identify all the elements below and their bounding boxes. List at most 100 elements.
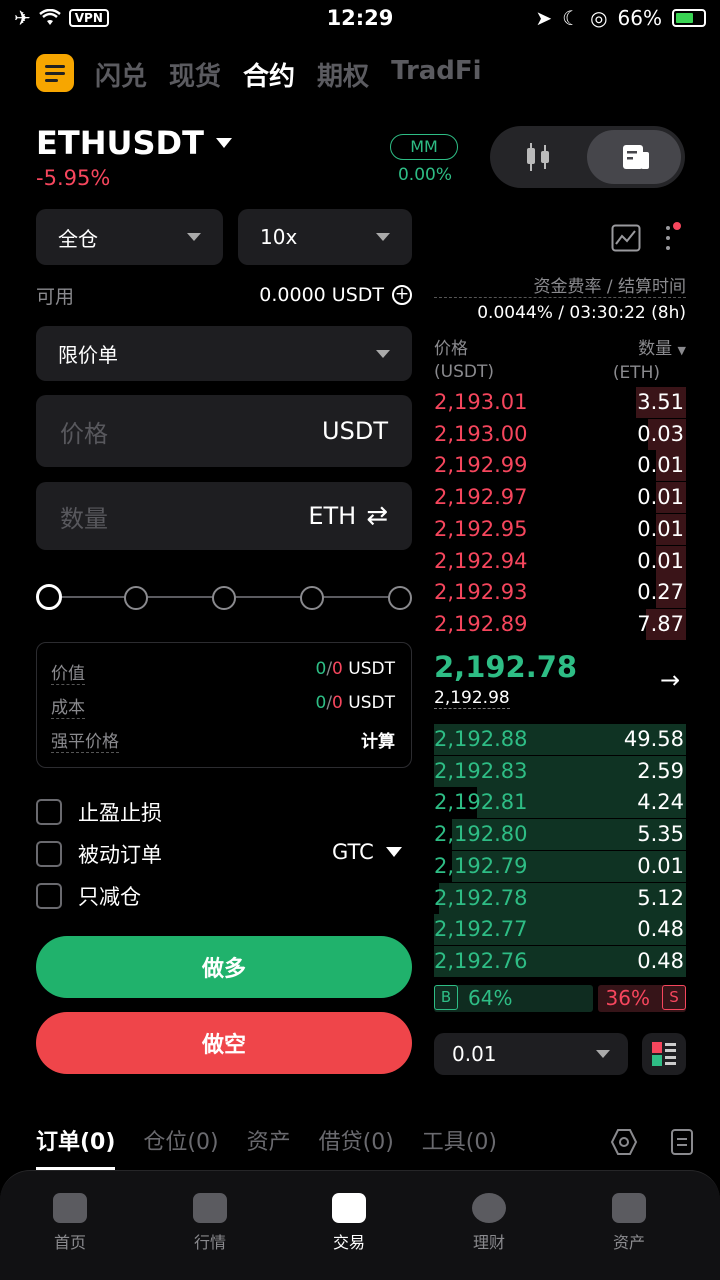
- funding-value: 0.0044% / 03:30:22 (8h): [477, 303, 686, 323]
- slider-stop-25[interactable]: [124, 586, 148, 610]
- tab-futures[interactable]: 合约: [243, 56, 295, 93]
- ask-qty: 0.27: [637, 580, 684, 605]
- buy-label: B: [434, 985, 458, 1010]
- ask-row[interactable]: 2,193.00 0.03: [434, 418, 686, 450]
- transfer-plus-icon[interactable]: +: [392, 285, 412, 305]
- ask-row[interactable]: 2,192.99 0.01: [434, 450, 686, 482]
- tab-positions[interactable]: 仓位(0): [143, 1124, 218, 1156]
- ask-row[interactable]: 2,192.93 0.27: [434, 577, 686, 609]
- tab-swap[interactable]: 闪兑: [95, 56, 147, 93]
- tpsl-checkbox[interactable]: 止盈止损: [36, 797, 162, 827]
- margin-mode-select[interactable]: 全仓: [36, 209, 223, 265]
- bid-row[interactable]: 2,192.78 5.12: [434, 882, 686, 914]
- position-tabs: 订单(0) 仓位(0) 资产 借贷(0) 工具(0): [36, 1124, 497, 1170]
- calculate-link[interactable]: 计算: [361, 727, 395, 753]
- price-placeholder: 价格: [60, 419, 108, 448]
- depth-mode-icon[interactable]: [642, 1033, 686, 1075]
- slider-stop-75[interactable]: [300, 586, 324, 610]
- caret-down-icon: [385, 847, 402, 857]
- tif-value: GTC: [332, 840, 374, 864]
- moon-icon: ☾: [562, 6, 581, 30]
- ask-row[interactable]: 2,192.95 0.01: [434, 513, 686, 545]
- wallet-icon: [612, 1193, 646, 1223]
- bid-row[interactable]: 2,192.81 4.24: [434, 787, 686, 819]
- ask-price: 2,192.93: [434, 580, 528, 605]
- reduce-only-checkbox[interactable]: 只减仓: [36, 881, 141, 911]
- battery-icon: [672, 9, 706, 27]
- ask-row[interactable]: 2,192.94 0.01: [434, 545, 686, 577]
- bid-price: 2,192.80: [434, 822, 528, 847]
- bid-qty: 0.01: [637, 853, 684, 878]
- ask-price: 2,192.97: [434, 485, 528, 510]
- bid-price: 2,192.83: [434, 758, 528, 783]
- location-icon: ➤: [535, 6, 553, 30]
- layout-toggle[interactable]: [490, 126, 685, 188]
- funding-label[interactable]: 资金费率 / 结算时间: [434, 272, 686, 298]
- bid-row[interactable]: 2,192.83 2.59: [434, 755, 686, 787]
- bid-row[interactable]: 2,192.80 5.35: [434, 819, 686, 851]
- caret-down-icon: [376, 233, 390, 241]
- reduce-only-label: 只减仓: [78, 885, 141, 909]
- ask-price: 2,192.99: [434, 453, 528, 478]
- sell-label: S: [662, 985, 686, 1010]
- ask-qty: 0.03: [637, 421, 684, 446]
- ask-row[interactable]: 2,193.01 3.51: [434, 387, 686, 418]
- leverage-select[interactable]: 10x: [238, 209, 412, 265]
- long-button[interactable]: 做多: [36, 936, 412, 998]
- slider-stop-100[interactable]: [388, 586, 412, 610]
- tab-assets[interactable]: 资产: [247, 1124, 291, 1156]
- tab-spot[interactable]: 现货: [169, 56, 221, 93]
- bid-row[interactable]: 2,192.77 0.48: [434, 914, 686, 946]
- quantity-slider[interactable]: [36, 584, 412, 610]
- bid-row[interactable]: 2,192.79 0.01: [434, 850, 686, 882]
- price-input[interactable]: 价格 USDT: [36, 395, 412, 467]
- tab-options[interactable]: 期权: [317, 56, 369, 93]
- quantity-unit: ETH: [308, 502, 357, 530]
- ask-row[interactable]: 2,192.89 7.87: [434, 608, 686, 640]
- precision-select[interactable]: 0.01: [434, 1033, 628, 1075]
- post-only-checkbox[interactable]: 被动订单: [36, 839, 162, 869]
- candlestick-icon[interactable]: [524, 142, 552, 172]
- slider-stop-50[interactable]: [212, 586, 236, 610]
- symbol-selector[interactable]: ETHUSDT: [36, 124, 232, 162]
- nav-trade[interactable]: 交易: [309, 1193, 389, 1253]
- battery-percent: 66%: [617, 6, 662, 30]
- swap-unit-icon[interactable]: ⇄: [366, 501, 388, 531]
- chart-icon[interactable]: [611, 224, 641, 252]
- mm-badge[interactable]: MM: [390, 134, 458, 160]
- tab-tools[interactable]: 工具(0): [422, 1124, 497, 1156]
- nav-assets[interactable]: 资产: [589, 1193, 669, 1253]
- document-icon[interactable]: [670, 1128, 694, 1156]
- tab-tradfi[interactable]: TradFi: [391, 56, 482, 93]
- ask-qty: 7.87: [637, 611, 684, 636]
- tab-orders[interactable]: 订单(0): [36, 1124, 116, 1170]
- quantity-input[interactable]: 数量 ETH ⇄: [36, 482, 412, 550]
- caret-down-icon: [376, 349, 390, 358]
- nav-markets[interactable]: 行情: [170, 1193, 250, 1253]
- tab-loans[interactable]: 借贷(0): [319, 1124, 394, 1156]
- bid-qty: 5.35: [637, 822, 684, 847]
- more-icon[interactable]: [664, 222, 681, 252]
- bid-row[interactable]: 2,192.76 0.48: [434, 945, 686, 977]
- nav-earn[interactable]: 理财: [449, 1193, 529, 1253]
- slider-stop-0[interactable]: [36, 584, 62, 610]
- nav-home[interactable]: 首页: [30, 1193, 110, 1253]
- status-bar: ✈ VPN 12:29 ➤ ☾ ◎ 66%: [0, 0, 720, 40]
- menu-icon[interactable]: [36, 54, 74, 92]
- tif-select[interactable]: GTC: [332, 840, 402, 864]
- ask-row[interactable]: 2,192.97 0.01: [434, 482, 686, 514]
- short-button[interactable]: 做空: [36, 1012, 412, 1074]
- cost-label: 成本: [51, 693, 85, 719]
- markets-chart-icon: [193, 1193, 227, 1223]
- ob-price-header: 价格 (USDT): [434, 339, 494, 382]
- ob-qty-header[interactable]: 数量 ▼ (ETH): [590, 338, 686, 385]
- bid-qty: 2.59: [637, 758, 684, 783]
- orderbook-view-icon[interactable]: [622, 143, 650, 171]
- mark-price[interactable]: 2,192.98: [434, 688, 510, 709]
- bid-row[interactable]: 2,192.88 49.58: [434, 724, 686, 755]
- arrow-right-icon[interactable]: →: [660, 666, 680, 694]
- order-type-select[interactable]: 限价单: [36, 326, 412, 381]
- value-amount: 0/0 USDT: [315, 659, 395, 679]
- order-summary: 价值 0/0 USDT 成本 0/0 USDT 强平价格 计算: [36, 642, 412, 768]
- settings-hex-icon[interactable]: [610, 1128, 638, 1156]
